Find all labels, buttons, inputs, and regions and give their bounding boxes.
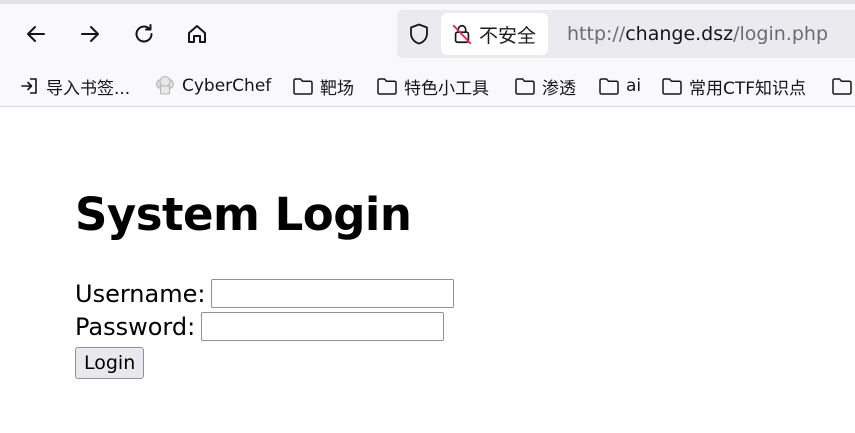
tab-strip-edge: [0, 0, 855, 4]
password-row: Password:: [75, 312, 445, 341]
reload-button[interactable]: [128, 18, 160, 50]
bookmark-folder-ctf[interactable]: 常用CTF知识点: [661, 66, 806, 106]
browser-toolbar: 不安全 http://change.dsz/login.php: [0, 0, 855, 66]
arrow-right-icon: [81, 26, 99, 42]
url-host: change.dsz: [625, 23, 734, 45]
folder-icon: [293, 78, 313, 95]
reload-icon: [135, 24, 153, 43]
bookmark-label: CyberChef: [182, 76, 272, 96]
bookmarks-bar: 导入书签... CyberChef 靶场 特色小工具 渗透 ai 常用CTF知识…: [0, 66, 855, 107]
home-icon: [188, 25, 206, 43]
bookmark-cyberchef[interactable]: CyberChef: [154, 66, 271, 106]
address-bar[interactable]: 不安全 http://change.dsz/login.php: [397, 10, 855, 58]
home-button[interactable]: [181, 18, 213, 50]
bookmark-label: 渗透: [542, 78, 576, 99]
security-label: 不安全: [479, 24, 537, 47]
password-input[interactable]: [201, 312, 445, 341]
folder-icon: [599, 78, 619, 95]
folder-icon: [515, 78, 535, 95]
shield-icon: [410, 23, 428, 45]
folder-icon: [662, 78, 682, 95]
bookmark-folder-pentest[interactable]: 渗透: [514, 66, 576, 106]
bookmark-folder-tools[interactable]: 特色小工具: [376, 66, 489, 106]
bookmark-folder-overflow[interactable]: [831, 66, 853, 106]
username-row: Username:: [75, 279, 455, 308]
bookmark-folder-range[interactable]: 靶场: [292, 66, 354, 106]
insecure-lock-icon: [452, 24, 472, 45]
password-label: Password:: [75, 312, 196, 341]
bookmark-import[interactable]: 导入书签...: [20, 66, 130, 106]
folder-icon: [377, 78, 397, 95]
bookmark-label: 特色小工具: [404, 78, 489, 99]
login-button[interactable]: Login: [75, 347, 145, 379]
bookmark-label: 靶场: [320, 78, 354, 99]
url-text[interactable]: http://change.dsz/login.php: [567, 10, 828, 58]
bookmark-label: ai: [626, 76, 642, 96]
forward-button[interactable]: [74, 18, 106, 50]
back-button[interactable]: [20, 18, 52, 50]
page-title: System Login: [75, 188, 412, 241]
import-icon: [21, 78, 37, 94]
folder-icon: [832, 78, 852, 95]
bookmark-label: 常用CTF知识点: [689, 78, 807, 99]
chef-hat-icon: [156, 76, 174, 95]
page-content: System Login Username: Password: Login: [0, 107, 855, 433]
url-scheme: http://: [567, 23, 626, 45]
username-input[interactable]: [211, 279, 455, 308]
arrow-left-icon: [27, 26, 45, 42]
tracking-protection-button[interactable]: [405, 20, 433, 48]
bookmark-folder-ai[interactable]: ai: [598, 66, 641, 106]
url-path: /login.php: [733, 23, 829, 45]
site-security-indicator[interactable]: 不安全: [441, 13, 549, 55]
bookmark-label: 导入书签...: [46, 78, 131, 99]
username-label: Username:: [75, 279, 206, 308]
